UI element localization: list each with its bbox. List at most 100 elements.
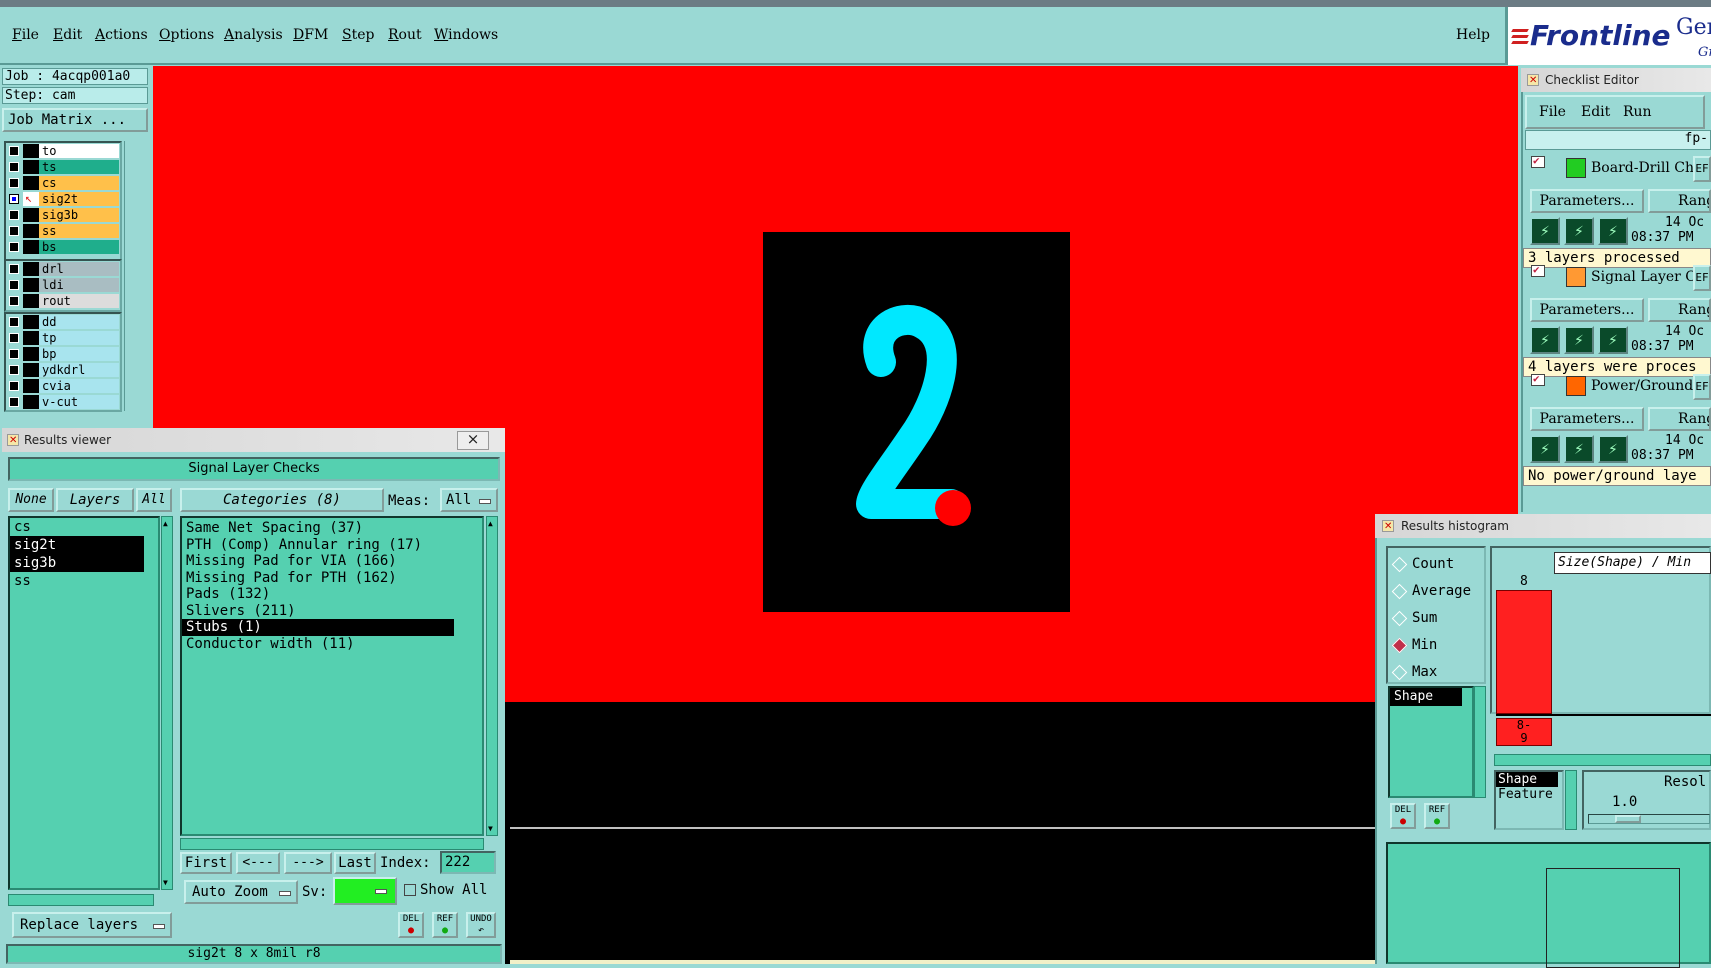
layer-name[interactable]: drl — [39, 262, 119, 276]
layer-name[interactable]: cs — [39, 176, 119, 190]
auto-zoom-dropdown[interactable]: Auto Zoom — [184, 880, 298, 904]
layer-checkbox[interactable] — [9, 264, 19, 274]
show-all-checkbox[interactable] — [404, 884, 416, 896]
result-category-item[interactable]: Slivers (211) — [182, 603, 482, 620]
run-step-icon[interactable]: ⚡ — [1564, 326, 1594, 354]
results-layer-list[interactable]: cs sig2t sig3b ss — [8, 516, 160, 890]
histogram-bar[interactable] — [1496, 590, 1552, 714]
menu-options[interactable]: Options — [159, 27, 214, 43]
undo-button[interactable]: UNDO ↶ — [466, 912, 496, 938]
layer-checkbox[interactable] — [9, 317, 19, 327]
layer-row-tp[interactable]: tp — [6, 330, 120, 346]
layer-checkbox[interactable] — [9, 162, 19, 172]
resolution-slider-track[interactable] — [1588, 814, 1710, 824]
hist-mode-average-radio[interactable]: Average — [1412, 583, 1471, 599]
check-status-button[interactable]: EF — [1693, 265, 1711, 291]
check-enable-checkbox[interactable]: ✔ — [1531, 372, 1545, 386]
layer-list-vscroll[interactable]: ▲ ▼ — [161, 516, 173, 890]
layer-checkbox[interactable] — [9, 333, 19, 343]
check-status-button[interactable]: EF — [1693, 156, 1711, 182]
shape-list-vscroll[interactable] — [1474, 686, 1486, 798]
checklist-menu-edit[interactable]: Edit — [1581, 104, 1610, 120]
layer-row-ydkdrl[interactable]: ydkdrl — [6, 362, 120, 378]
layer-list-hscroll[interactable] — [8, 894, 154, 906]
check-action-name[interactable]: Signal Layer Ch — [1591, 269, 1705, 285]
result-category-item[interactable]: Conductor width (11) — [182, 636, 482, 653]
result-layer-item[interactable]: sig3b — [10, 554, 144, 572]
layer-row-v-cut[interactable]: v-cut — [6, 394, 120, 410]
layer-row-cs[interactable]: cs — [6, 175, 120, 191]
result-category-item[interactable]: Same Net Spacing (37) — [182, 520, 482, 537]
category-list-vscroll[interactable]: ▲ ▼ — [486, 516, 498, 836]
scroll-up-arrow[interactable]: ▲ — [488, 519, 493, 528]
hist-ref-button[interactable]: REF ● — [1424, 803, 1450, 829]
layer-row-bp[interactable]: bp — [6, 346, 120, 362]
scroll-up-arrow[interactable]: ▲ — [163, 519, 168, 528]
check-range-button[interactable]: Range — [1648, 407, 1711, 431]
run-all-icon[interactable]: ⚡ — [1598, 217, 1628, 245]
layer-row-dd[interactable]: dd — [6, 314, 120, 330]
hist-mode-sum-radio[interactable]: Sum — [1412, 610, 1437, 626]
histogram-hscroll[interactable] — [1494, 754, 1711, 766]
check-action-name[interactable]: Board-Drill Che — [1591, 160, 1702, 176]
checklist-menu-file[interactable]: File — [1539, 104, 1566, 120]
run-all-icon[interactable]: ⚡ — [1598, 326, 1628, 354]
hist-mode-max-radio[interactable]: Max — [1412, 664, 1437, 680]
layer-row-ts[interactable]: ts — [6, 159, 120, 175]
layer-name[interactable]: to — [39, 144, 119, 158]
run-icon[interactable]: ⚡ — [1530, 326, 1560, 354]
meas-dropdown[interactable]: All — [440, 488, 498, 512]
layer-name[interactable]: ts — [39, 160, 119, 174]
run-icon[interactable]: ⚡ — [1530, 217, 1560, 245]
result-layer-item[interactable]: cs — [10, 518, 144, 536]
resolution-slider-thumb[interactable] — [1615, 815, 1641, 823]
layers-none-button[interactable]: None — [8, 488, 54, 512]
run-step-icon[interactable]: ⚡ — [1564, 435, 1594, 463]
layer-name[interactable]: dd — [39, 315, 119, 329]
check-enable-checkbox[interactable]: ✔ — [1531, 154, 1545, 168]
layer-checkbox[interactable] — [9, 349, 19, 359]
menu-edit[interactable]: Edit — [53, 27, 82, 43]
legend-vscroll[interactable] — [1565, 770, 1577, 830]
layer-checkbox[interactable] — [9, 365, 19, 375]
first-button[interactable]: First — [180, 852, 232, 874]
layer-checkbox[interactable] — [9, 280, 19, 290]
check-parameters-button[interactable]: Parameters... — [1530, 407, 1644, 431]
hist-del-button[interactable]: DEL ● — [1390, 803, 1416, 829]
layers-all-button[interactable]: All — [136, 488, 172, 512]
menu-actions[interactable]: Actions — [95, 27, 148, 43]
replace-layers-dropdown[interactable]: Replace layers — [12, 912, 172, 938]
layer-row-sig3b[interactable]: sig3b — [6, 207, 120, 223]
run-all-icon[interactable]: ⚡ — [1598, 435, 1628, 463]
layer-name[interactable]: bp — [39, 347, 119, 361]
results-category-list[interactable]: Same Net Spacing (37) PTH (Comp) Annular … — [180, 516, 484, 836]
layer-name[interactable]: sig3b — [39, 208, 119, 222]
menu-dfm[interactable]: DFM — [293, 27, 328, 43]
layer-name[interactable]: bs — [39, 240, 119, 254]
result-category-item[interactable]: Missing Pad for VIA (166) — [182, 553, 482, 570]
layer-name[interactable]: v-cut — [39, 395, 119, 409]
hist-mode-min-radio[interactable]: Min — [1412, 637, 1437, 653]
shape-item[interactable]: Shape — [1390, 688, 1462, 706]
layer-checkbox[interactable] — [9, 210, 19, 220]
check-action-name[interactable]: Power/Ground C — [1591, 378, 1708, 394]
layers-button[interactable]: Layers — [56, 488, 134, 512]
layer-row-bs[interactable]: bs — [6, 239, 120, 255]
index-input[interactable]: 222 — [440, 851, 496, 874]
check-enable-checkbox[interactable]: ✔ — [1531, 263, 1545, 277]
layer-name[interactable]: ss — [39, 224, 119, 238]
layer-row-drl[interactable]: drl — [6, 261, 120, 277]
categories-button[interactable]: Categories (8) — [180, 488, 384, 512]
menu-help[interactable]: Help — [1456, 27, 1490, 43]
menu-file[interactable]: File — [12, 27, 39, 43]
menu-step[interactable]: Step — [342, 27, 374, 43]
scroll-down-arrow[interactable]: ▼ — [488, 824, 493, 833]
last-button[interactable]: Last — [334, 852, 376, 874]
menu-rout[interactable]: Rout — [388, 27, 422, 43]
category-list-hscroll[interactable] — [180, 838, 484, 850]
layer-name[interactable]: tp — [39, 331, 119, 345]
checklist-menu-run[interactable]: Run — [1623, 104, 1652, 120]
layer-name[interactable]: cvia — [39, 379, 119, 393]
layer-checkbox[interactable] — [9, 194, 19, 204]
del-button[interactable]: DEL ● — [398, 912, 424, 938]
